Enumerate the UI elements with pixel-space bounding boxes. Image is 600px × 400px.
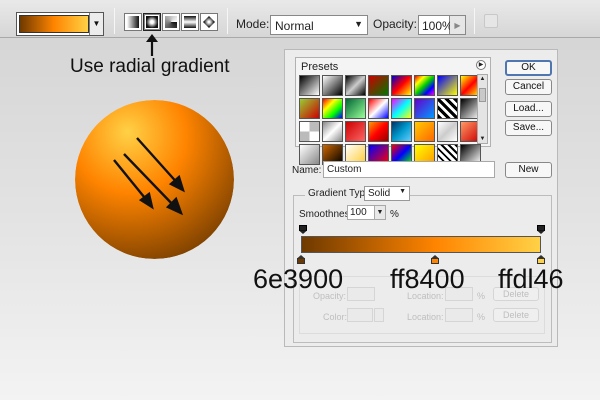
preset-swatch[interactable] (391, 98, 412, 119)
diamond-gradient-icon (203, 16, 215, 28)
save-button[interactable]: Save... (505, 120, 552, 136)
toolbar-divider (227, 8, 228, 34)
opacity-input[interactable]: 100% (418, 15, 453, 35)
toolbar-divider (114, 8, 115, 34)
color-stop-icon[interactable] (297, 255, 305, 264)
scrollbar-thumb[interactable] (479, 88, 486, 102)
preset-swatch[interactable] (345, 98, 366, 119)
linear-gradient-button[interactable] (124, 13, 142, 31)
color-stop-icon[interactable] (431, 255, 440, 264)
stop-opacity-input[interactable] (347, 287, 375, 301)
presets-panel: Presets ▶ ▲ ▼ (295, 57, 491, 165)
preset-swatch[interactable] (322, 75, 343, 96)
gradient-editor-dialog: Presets ▶ ▲ ▼ OK Cancel Load... Save... … (284, 49, 558, 347)
radial-gradient-icon (146, 16, 158, 28)
angle-gradient-icon (165, 16, 177, 28)
gradient-preview-swatch[interactable] (19, 15, 89, 33)
preset-swatch[interactable] (414, 98, 435, 119)
delete-color-stop-button[interactable]: Delete (493, 308, 539, 322)
preset-swatch[interactable] (414, 121, 435, 142)
preset-swatch[interactable] (437, 75, 458, 96)
smoothness-dropdown-icon[interactable]: ▼ (374, 205, 386, 220)
opacity-label: Opacity: (373, 17, 418, 31)
preset-swatch[interactable] (391, 121, 412, 142)
new-button[interactable]: New (505, 162, 552, 178)
preset-swatch[interactable] (299, 121, 320, 142)
sphere-svg (75, 100, 234, 259)
preset-swatch[interactable] (345, 75, 366, 96)
name-label: Name: (292, 165, 322, 176)
scroll-down-icon[interactable]: ▼ (478, 136, 487, 142)
stop-color-label: Color: (323, 312, 348, 322)
stop-percent: % (477, 291, 486, 301)
diamond-gradient-button[interactable] (200, 13, 218, 31)
preset-swatch[interactable] (322, 98, 343, 119)
presets-scrollbar[interactable]: ▲ ▼ (477, 74, 488, 144)
mode-value: Normal (275, 19, 314, 33)
preset-swatch[interactable] (368, 121, 389, 142)
scroll-up-icon[interactable]: ▲ (478, 76, 487, 82)
chevron-down-icon: ▼ (354, 19, 363, 29)
opacity-stop-right-icon[interactable] (537, 225, 545, 234)
preset-swatch[interactable] (345, 121, 366, 142)
gradient-picker[interactable]: ▼ (16, 12, 104, 36)
opacity-slider-arrow-icon[interactable]: ▶ (450, 15, 466, 35)
preset-swatch[interactable] (322, 121, 343, 142)
hex-label-dark: 6e3900 (253, 264, 344, 294)
gradient-preview-bar[interactable] (301, 236, 541, 253)
annotation-text: Use radial gradient (70, 56, 230, 77)
stop-location2-label: Location: (407, 312, 444, 322)
presets-menu-icon[interactable]: ▶ (476, 60, 486, 70)
preset-swatch[interactable] (437, 98, 458, 119)
radial-gradient-button[interactable] (143, 13, 161, 31)
color-stop-icon[interactable] (537, 255, 545, 264)
ok-button[interactable]: OK (505, 60, 552, 76)
gradient-type-value: Solid (368, 188, 391, 199)
preset-swatch[interactable] (391, 75, 412, 96)
hex-label-mid: ff8400 (390, 264, 465, 294)
mode-select[interactable]: Normal ▼ (270, 15, 368, 35)
stop-color-swatch[interactable] (347, 308, 373, 322)
presets-title: Presets (301, 61, 339, 73)
stop-location2-input[interactable] (445, 308, 473, 322)
preset-swatch-grid (299, 75, 481, 165)
preset-swatch[interactable] (414, 75, 435, 96)
load-button[interactable]: Load... (505, 101, 552, 117)
reflected-gradient-icon (184, 16, 196, 28)
orange-sphere-image (75, 100, 234, 259)
reverse-checkbox[interactable] (484, 14, 498, 28)
up-arrow-icon (146, 34, 158, 56)
toolbar-divider (474, 8, 475, 34)
cancel-button[interactable]: Cancel (505, 79, 552, 95)
mode-label: Mode: (236, 17, 270, 31)
gradient-type-select[interactable]: Solid ▼ (364, 186, 410, 201)
smoothness-unit: % (390, 209, 399, 220)
hex-label-light: ffdl46 (498, 264, 564, 294)
preset-swatch[interactable] (368, 75, 389, 96)
stop-color-arrow-icon[interactable] (374, 308, 384, 322)
angle-gradient-button[interactable] (162, 13, 180, 31)
preset-swatch[interactable] (437, 121, 458, 142)
preset-swatch[interactable] (299, 144, 320, 165)
chevron-down-icon: ▼ (399, 188, 406, 195)
options-bar: ▼ Mode: Normal ▼ Opacity: 100% ▶ (0, 0, 600, 38)
reflected-gradient-button[interactable] (181, 13, 199, 31)
stop-percent: % (477, 312, 486, 322)
preset-swatch[interactable] (299, 75, 320, 96)
name-input[interactable]: Custom (323, 161, 495, 178)
gradient-dropdown-arrow-icon[interactable]: ▼ (89, 13, 103, 35)
linear-gradient-icon (127, 16, 139, 28)
opacity-stop-left-icon[interactable] (299, 225, 307, 234)
preset-swatch[interactable] (299, 98, 320, 119)
preset-swatch[interactable] (368, 98, 389, 119)
smoothness-input[interactable]: 100 (347, 205, 375, 220)
